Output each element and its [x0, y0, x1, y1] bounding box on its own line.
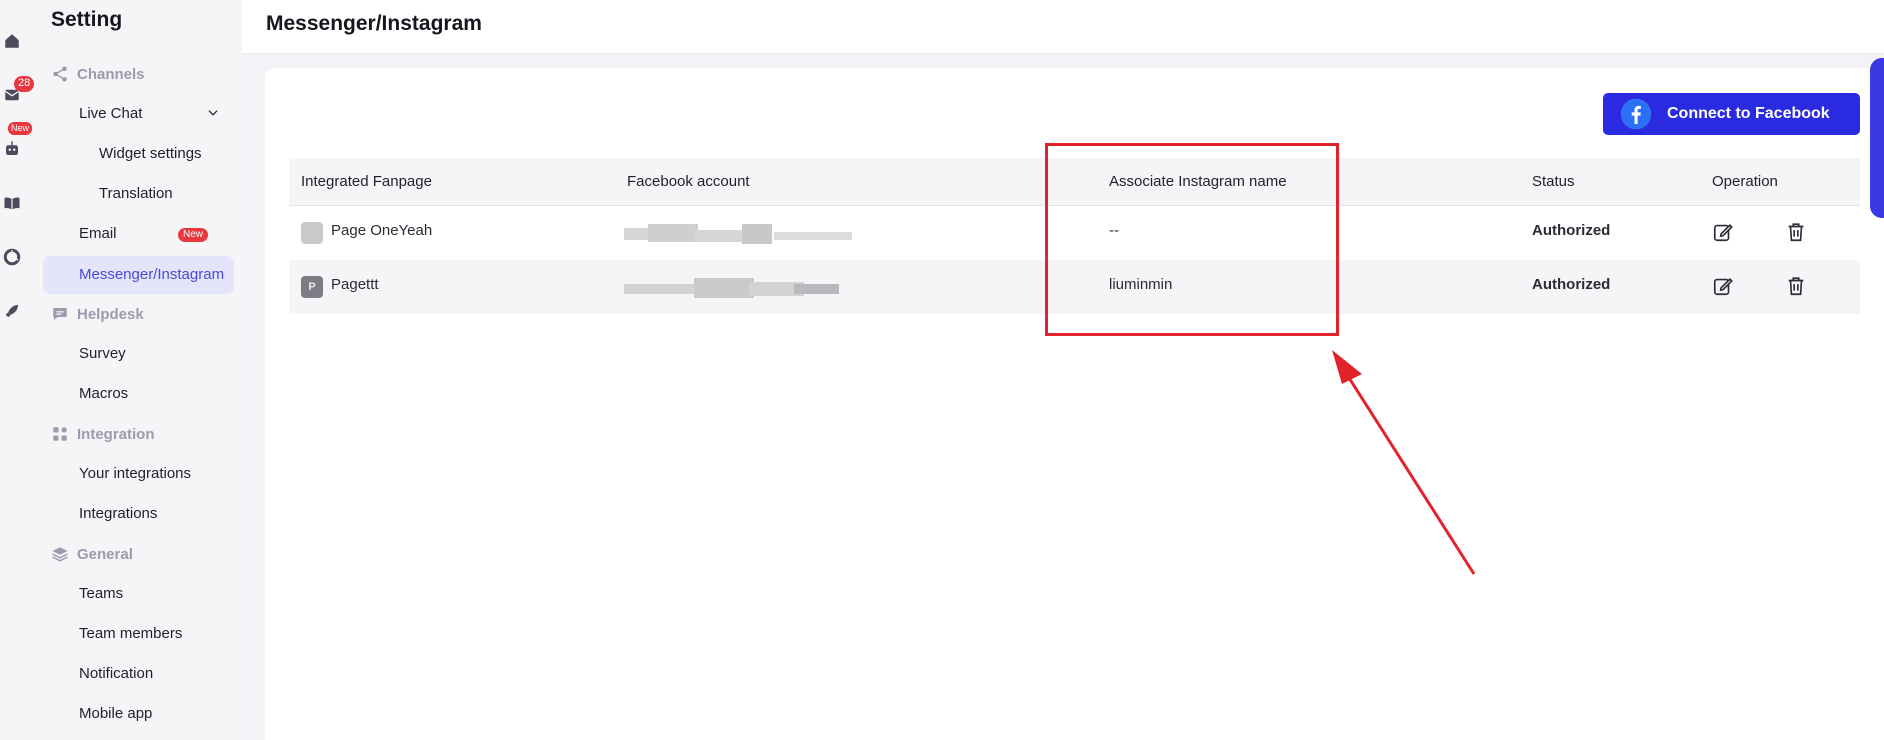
page-header: Messenger/Instagram: [242, 0, 1884, 54]
sidebar-item-macros[interactable]: Macros: [79, 383, 128, 405]
sidebar-item-teams[interactable]: Teams: [79, 583, 123, 605]
annotation-arrow: [1332, 350, 1476, 575]
unread-count-badge: 28: [14, 76, 35, 92]
chat-icon: [53, 308, 67, 320]
sidebar-item-live-chat[interactable]: Live Chat: [79, 103, 218, 125]
redacted-facebook-account: [624, 224, 854, 244]
facebook-icon: [1621, 99, 1651, 129]
sidebar-item-survey[interactable]: Survey: [79, 343, 126, 365]
redacted-facebook-account: [624, 278, 854, 298]
share-icon: [53, 66, 67, 82]
fanpage-name: Page OneYeah: [331, 222, 433, 239]
sidebar-item-translation[interactable]: Translation: [99, 183, 173, 205]
sidebar-group-label: Integration: [77, 425, 155, 443]
sidebar-item-your-integrations[interactable]: Your integrations: [79, 463, 191, 485]
fanpage-name: Pagettt: [331, 276, 379, 293]
sidebar-group-channels: Channels: [51, 63, 145, 85]
grid-icon: [53, 427, 67, 441]
settings-sidebar: Setting Channels Live Chat Widget settin…: [34, 0, 242, 740]
sidebar-title: Setting: [51, 8, 123, 31]
sidebar-item-integrations[interactable]: Integrations: [79, 503, 157, 525]
email-new-badge: New: [178, 228, 209, 242]
fanpage-avatar: [301, 222, 323, 244]
book-icon[interactable]: [0, 191, 24, 215]
sidebar-group-helpdesk: Helpdesk: [51, 303, 144, 325]
layers-icon: [52, 547, 68, 562]
rocket-icon[interactable]: [0, 299, 24, 323]
connect-facebook-label: Connect to Facebook: [1667, 105, 1830, 122]
sidebar-item-label: Live Chat: [79, 105, 143, 122]
delete-icon[interactable]: [1785, 275, 1807, 297]
sidebar-item-widget-settings[interactable]: Widget settings: [99, 143, 202, 165]
chevron-down-icon: [208, 110, 218, 116]
annotation-highlight-box: [1045, 143, 1339, 336]
bot-icon[interactable]: [0, 137, 24, 161]
sidebar-item-notification[interactable]: Notification: [79, 663, 153, 685]
sidebar-item-messenger-instagram[interactable]: Messenger/Instagram: [79, 264, 224, 286]
edit-icon[interactable]: [1712, 221, 1734, 243]
column-header-fanpage: Integrated Fanpage: [301, 173, 432, 190]
sidebar-group-integration: Integration: [51, 423, 155, 445]
sidebar-group-general: General: [51, 543, 133, 565]
status-badge: Authorized: [1532, 276, 1611, 293]
side-panel-tab[interactable]: [1870, 58, 1884, 218]
sidebar-group-label: General: [77, 545, 133, 563]
icon-rail: 28 New: [0, 0, 35, 740]
column-header-facebook-account: Facebook account: [627, 173, 750, 190]
connect-facebook-button[interactable]: Connect to Facebook: [1603, 93, 1860, 135]
analytics-icon[interactable]: [0, 245, 24, 269]
fanpage-avatar: P: [301, 276, 323, 298]
column-header-status: Status: [1532, 173, 1575, 190]
new-badge: New: [8, 122, 33, 135]
delete-icon[interactable]: [1785, 221, 1807, 243]
edit-icon[interactable]: [1712, 275, 1734, 297]
sidebar-item-mobile-app[interactable]: Mobile app: [79, 703, 152, 725]
sidebar-group-label: Channels: [77, 65, 145, 83]
column-header-operation: Operation: [1712, 173, 1778, 190]
sidebar-item-email[interactable]: Email: [79, 223, 117, 245]
home-icon[interactable]: [0, 29, 24, 53]
sidebar-group-label: Helpdesk: [77, 305, 144, 323]
status-badge: Authorized: [1532, 222, 1611, 239]
page-title: Messenger/Instagram: [266, 12, 482, 35]
sidebar-item-team-members[interactable]: Team members: [79, 623, 182, 645]
